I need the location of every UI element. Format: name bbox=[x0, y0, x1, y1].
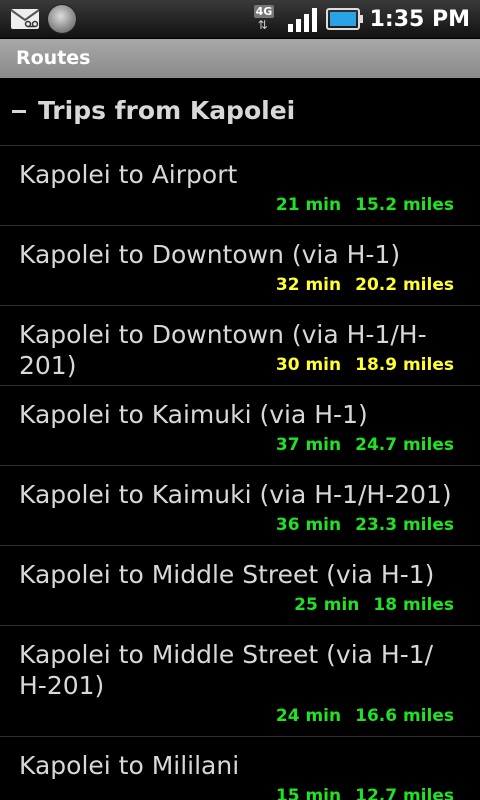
voicemail-icon[interactable] bbox=[10, 8, 40, 30]
route-stats: 24 min 16.6 miles bbox=[276, 706, 454, 726]
route-stats: 36 min 23.3 miles bbox=[276, 515, 454, 535]
network-type-label: 4G bbox=[253, 5, 275, 18]
route-name: Kapolei to Kaimuki (via H-1) bbox=[19, 400, 368, 429]
route-stats: 21 min 15.2 miles bbox=[276, 195, 454, 215]
status-bar: 4G ⇅ 1:35 PM bbox=[0, 0, 480, 39]
route-item[interactable]: Kapolei to Downtown (via H-1) 32 min 20.2 … bbox=[0, 226, 480, 306]
clock: 1:35 PM bbox=[369, 6, 470, 32]
page-title: Routes bbox=[16, 47, 91, 69]
media-disc-icon[interactable] bbox=[48, 5, 76, 33]
route-item[interactable]: Kapolei to Airport 21 min 15.2 miles bbox=[0, 146, 480, 226]
route-name: Kapolei to Mililani bbox=[19, 751, 240, 780]
route-time: 32 min bbox=[275, 275, 342, 295]
collapse-icon bbox=[12, 110, 26, 113]
route-item[interactable]: Kapolei to Downtown (via H-1/H-201) 30 mi… bbox=[0, 306, 480, 386]
route-name: Kapolei to Airport bbox=[19, 160, 238, 189]
route-time: 30 min bbox=[275, 355, 342, 375]
battery-icon bbox=[325, 8, 363, 30]
route-name: Kapolei to Middle Street (via H-1/ H-201… bbox=[19, 640, 434, 700]
route-time: 37 min bbox=[275, 435, 342, 455]
route-stats: 37 min 24.7 miles bbox=[276, 435, 454, 455]
route-stats: 15 min 12.7 miles bbox=[276, 786, 454, 800]
route-time: 24 min bbox=[275, 706, 342, 726]
network-4g-icon: 4G ⇅ bbox=[253, 5, 280, 33]
route-time: 21 min bbox=[275, 195, 342, 215]
route-distance: 20.2 miles bbox=[355, 275, 454, 295]
route-item[interactable]: Kapolei to Kaimuki (via H-1) 37 min 24.7 m… bbox=[0, 386, 480, 466]
route-stats: 30 min 18.9 miles bbox=[276, 355, 454, 375]
route-time: 36 min bbox=[275, 515, 342, 535]
route-item[interactable]: Kapolei to Middle Street (via H-1/ H-201… bbox=[0, 626, 480, 737]
signal-strength-icon bbox=[287, 6, 318, 32]
group-title: Trips from Kapolei bbox=[38, 96, 296, 125]
route-stats: 32 min 20.2 miles bbox=[276, 275, 454, 295]
route-item[interactable]: Kapolei to Mililani 15 min 12.7 miles bbox=[0, 737, 480, 800]
group-header-trips-from-kapolei[interactable]: Trips from Kapolei bbox=[0, 78, 480, 146]
route-distance: 12.7 miles bbox=[355, 786, 454, 800]
route-distance: 15.2 miles bbox=[355, 195, 454, 215]
route-distance: 18.9 miles bbox=[355, 355, 454, 375]
route-item[interactable]: Kapolei to Middle Street (via H-1) 25 min… bbox=[0, 546, 480, 626]
route-distance: 23.3 miles bbox=[355, 515, 454, 535]
route-item[interactable]: Kapolei to Kaimuki (via H-1/H-201) 36 min… bbox=[0, 466, 480, 546]
routes-list[interactable]: Trips from Kapolei Kapolei to Airport 21 … bbox=[0, 78, 480, 800]
title-bar: Routes bbox=[0, 39, 480, 78]
route-name: Kapolei to Kaimuki (via H-1/H-201) bbox=[19, 480, 452, 509]
route-name: Kapolei to Downtown (via H-1) bbox=[19, 240, 401, 269]
route-time: 25 min bbox=[294, 595, 360, 615]
route-stats: 25 min 18 miles bbox=[294, 595, 454, 615]
route-distance: 16.6 miles bbox=[355, 706, 454, 726]
data-activity-arrows: ⇅ bbox=[257, 18, 268, 32]
route-name: Kapolei to Middle Street (via H-1) bbox=[19, 560, 435, 589]
route-distance: 18 miles bbox=[373, 595, 454, 615]
route-time: 15 min bbox=[275, 786, 342, 800]
route-distance: 24.7 miles bbox=[355, 435, 454, 455]
